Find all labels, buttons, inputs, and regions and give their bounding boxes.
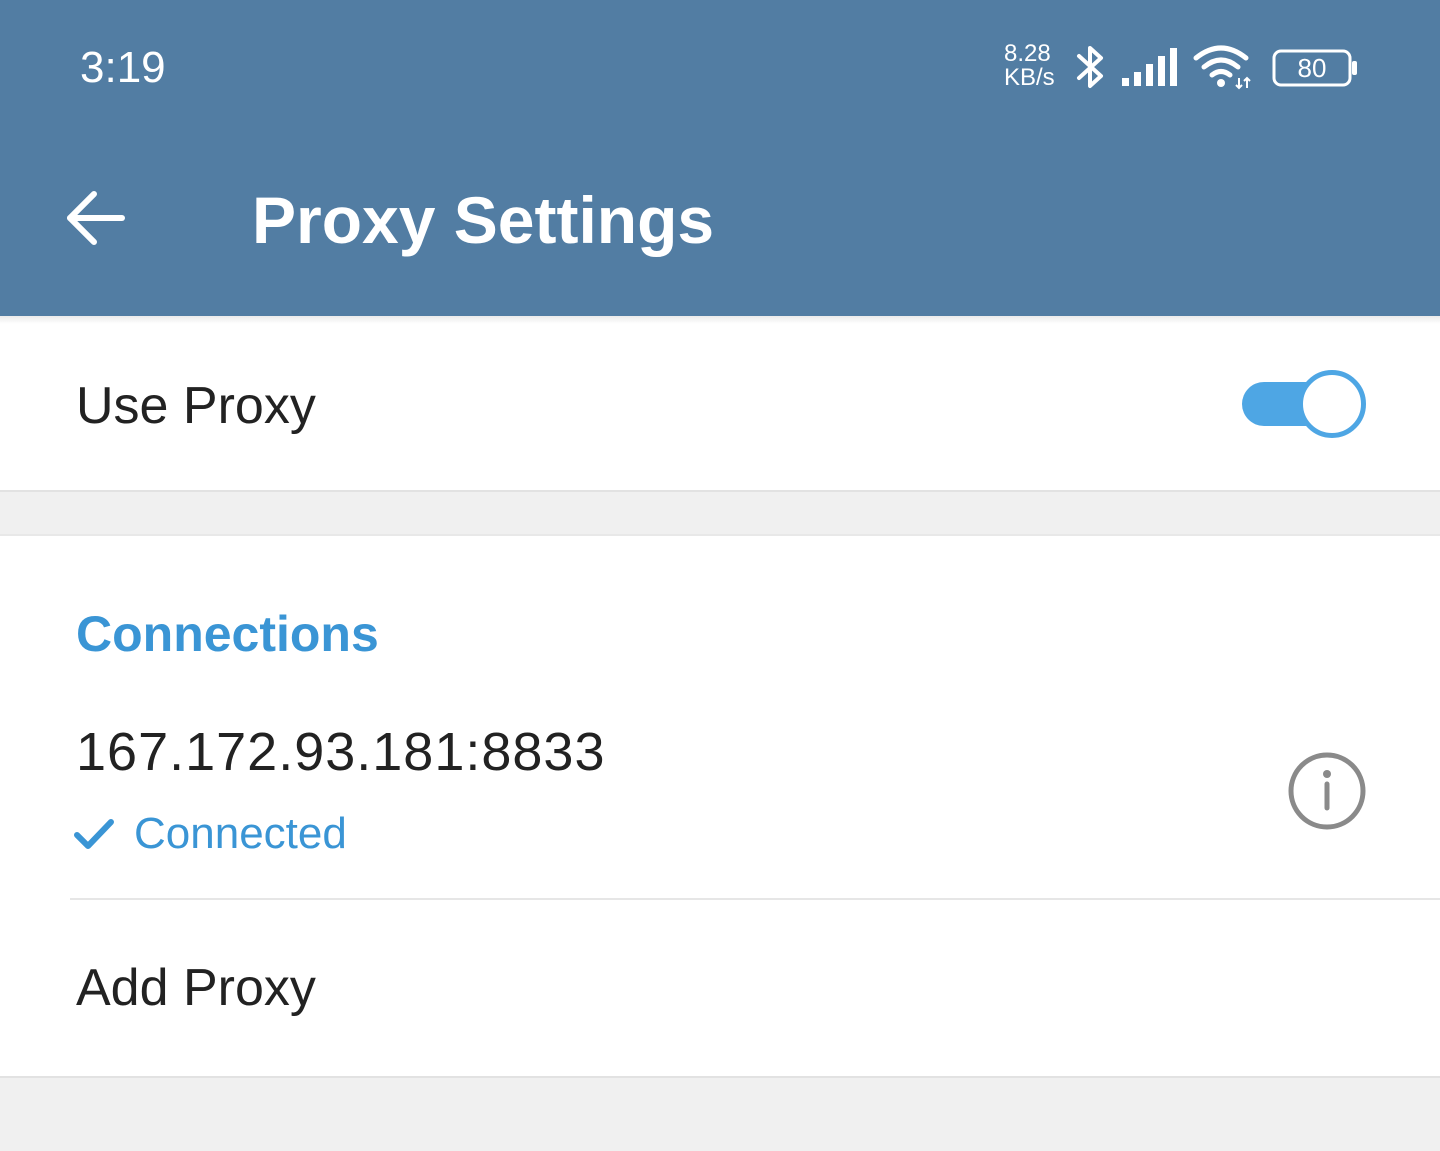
checkmark-icon (74, 819, 114, 849)
connections-section: Connections 167.172.93.181:8833 Connecte… (0, 534, 1440, 1078)
network-speed-unit: KB/s (1004, 64, 1055, 91)
battery-icon: 80 (1272, 48, 1360, 88)
battery-level: 80 (1297, 53, 1327, 83)
connections-header: Connections (76, 606, 379, 662)
use-proxy-row[interactable]: Use Proxy (0, 316, 1440, 492)
info-icon (1288, 752, 1366, 830)
toggle-thumb (1298, 370, 1366, 438)
add-proxy-button[interactable]: Add Proxy (0, 900, 1440, 1076)
network-speed-value: 8.28 (1004, 40, 1051, 67)
proxy-info-button[interactable] (1284, 748, 1370, 834)
proxy-list-item[interactable]: 167.172.93.181:8833 Connected (0, 706, 1440, 900)
add-proxy-label: Add Proxy (76, 959, 316, 1017)
bluetooth-icon (1077, 46, 1103, 88)
arrow-left-icon (67, 191, 125, 245)
app-header: 3:19 8.28 KB/s 80 Proxy Settings (0, 0, 1440, 316)
proxy-status-text: Connected (134, 809, 347, 858)
proxy-address: 167.172.93.181:8833 (76, 722, 606, 782)
status-icons: 8.28 KB/s 80 (1000, 36, 1380, 100)
use-proxy-toggle[interactable] (1242, 370, 1366, 438)
wifi-icon (1193, 45, 1251, 90)
status-time: 3:19 (80, 43, 166, 92)
header-shadow (0, 316, 1440, 324)
back-button[interactable] (60, 182, 132, 254)
use-proxy-label: Use Proxy (76, 377, 316, 435)
network-speed: 8.28 KB/s (1004, 42, 1068, 90)
cellular-signal-icon (1122, 48, 1177, 86)
page-title: Proxy Settings (252, 183, 715, 257)
